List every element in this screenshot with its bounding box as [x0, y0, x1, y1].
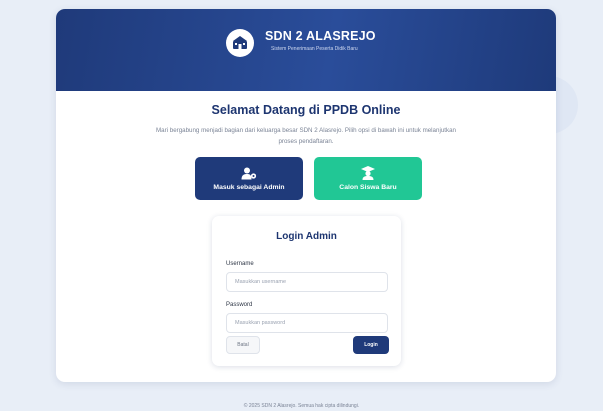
password-input[interactable] [226, 313, 388, 333]
main-card: SDN 2 ALASREJO Sistem Penerimaan Peserta… [56, 9, 556, 382]
school-subtitle: Sistem Penerimaan Peserta Didik Baru [271, 46, 358, 52]
welcome-description: Mari bergabung menjadi bagian dari kelua… [156, 127, 456, 145]
login-title: Login Admin [276, 231, 337, 242]
admin-login-label: Masuk sebagai Admin [213, 183, 285, 191]
username-label: Username [226, 261, 254, 267]
school-building-icon [226, 29, 254, 57]
cancel-button[interactable]: Batal [226, 336, 260, 354]
user-gear-icon [241, 167, 257, 179]
login-button[interactable]: Login [353, 336, 389, 354]
password-label: Password [226, 302, 253, 308]
footer-copyright: © 2025 SDN 2 Alasrejo. Semua hak cipta d… [243, 403, 360, 409]
login-panel: Login Admin Username Password Batal Logi… [212, 216, 401, 366]
new-student-button[interactable]: Calon Siswa Baru [314, 157, 422, 200]
username-input[interactable] [226, 272, 388, 292]
welcome-title: Selamat Datang di PPDB Online [211, 103, 401, 117]
graduate-icon [361, 166, 375, 180]
page-header: SDN 2 ALASREJO Sistem Penerimaan Peserta… [56, 9, 556, 91]
school-name: SDN 2 ALASREJO [265, 29, 376, 43]
new-student-label: Calon Siswa Baru [339, 184, 397, 191]
admin-login-button[interactable]: Masuk sebagai Admin [195, 157, 303, 200]
